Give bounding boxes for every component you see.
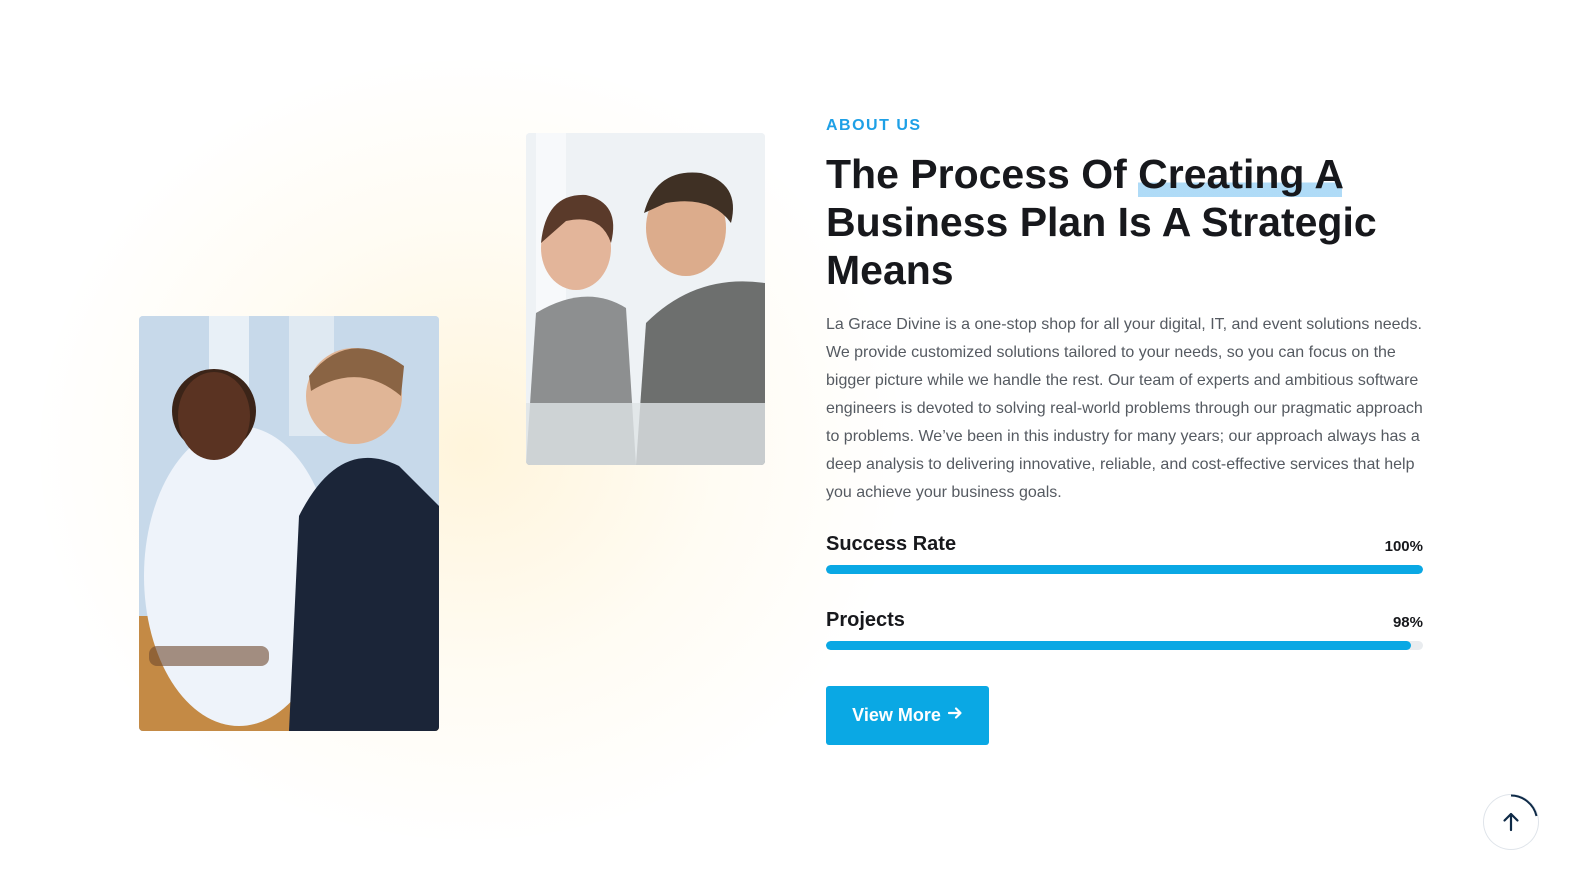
progress-percent: 98% [1392, 614, 1423, 631]
progress-projects: Projects 98% [826, 609, 1423, 650]
team-photo-discussion [526, 133, 765, 465]
progress-percent: 100% [1384, 538, 1423, 555]
view-more-button[interactable]: View More [826, 686, 989, 745]
team-photo-meeting [139, 316, 439, 731]
progress-track [826, 565, 1423, 574]
progress-fill [826, 565, 1423, 574]
progress-track [826, 641, 1423, 650]
scroll-to-top-button[interactable] [1483, 794, 1539, 850]
team-photo-meeting-illustration [139, 316, 439, 731]
view-more-label: View More [852, 705, 941, 725]
team-photo-discussion-illustration [526, 133, 765, 465]
progress-success-rate: Success Rate 100% [826, 533, 1423, 574]
section-description: La Grace Divine is a one-stop shop for a… [826, 316, 1423, 501]
section-headline: The Process Of Creating A Business Plan … [826, 150, 1446, 294]
headline-part-2: Business Plan Is A Strategic Means [826, 199, 1377, 293]
progress-fill [826, 641, 1412, 650]
headline-highlight: Creating A [1138, 151, 1343, 197]
section-eyebrow: ABOUT US [826, 117, 922, 134]
progress-header: Success Rate 100% [826, 533, 1423, 559]
progress-header: Projects 98% [826, 609, 1423, 635]
headline-part-1: The Process Of [826, 151, 1139, 197]
progress-label: Projects [826, 609, 905, 631]
arrow-right-icon [947, 705, 963, 727]
arrow-up-icon [1503, 812, 1519, 832]
progress-label: Success Rate [826, 533, 957, 555]
